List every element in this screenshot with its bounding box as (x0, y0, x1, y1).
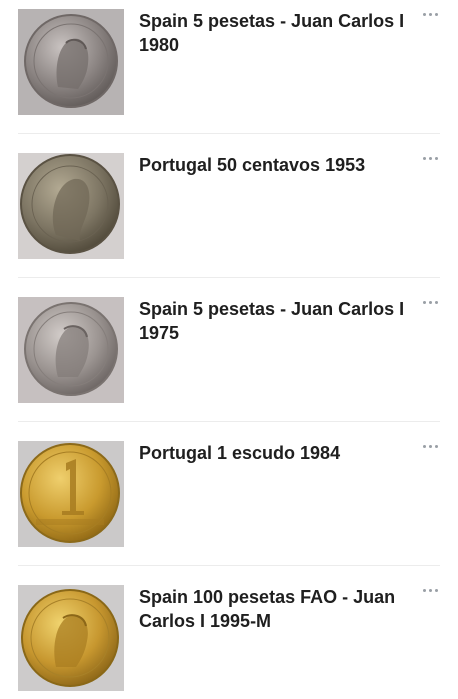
more-options-button[interactable] (420, 296, 440, 308)
divider (18, 133, 440, 134)
coin-thumbnail[interactable] (18, 585, 124, 691)
divider (18, 565, 440, 566)
dot-icon (434, 300, 438, 304)
more-options-button[interactable] (420, 8, 440, 20)
dot-icon (428, 444, 432, 448)
dot-icon (422, 156, 426, 160)
dot-icon (428, 588, 432, 592)
divider (18, 277, 440, 278)
more-options-button[interactable] (420, 440, 440, 452)
dot-icon (422, 444, 426, 448)
dot-icon (422, 12, 426, 16)
item-title[interactable]: Spain 5 pesetas - Juan Carlos I 1975 (139, 297, 417, 345)
item-title[interactable]: Portugal 50 centavos 1953 (139, 153, 417, 177)
dot-icon (428, 156, 432, 160)
dot-icon (434, 588, 438, 592)
dot-icon (422, 588, 426, 592)
dot-icon (434, 12, 438, 16)
more-options-button[interactable] (420, 152, 440, 164)
item-title[interactable]: Spain 100 pesetas FAO - Juan Carlos I 19… (139, 585, 417, 633)
list-item[interactable]: Portugal 50 centavos 1953 (0, 144, 458, 288)
coin-thumbnail[interactable] (18, 153, 124, 259)
divider (18, 421, 440, 422)
coin-image (18, 441, 124, 547)
list-item[interactable]: Spain 5 pesetas - Juan Carlos I 1980 (0, 0, 458, 144)
dot-icon (434, 156, 438, 160)
list-item[interactable]: Spain 100 pesetas FAO - Juan Carlos I 19… (0, 576, 458, 699)
item-title[interactable]: Spain 5 pesetas - Juan Carlos I 1980 (139, 9, 417, 57)
coin-thumbnail[interactable] (18, 441, 124, 547)
coin-thumbnail[interactable] (18, 9, 124, 115)
item-title[interactable]: Portugal 1 escudo 1984 (139, 441, 417, 465)
dot-icon (434, 444, 438, 448)
coin-image (18, 297, 124, 403)
dot-icon (422, 300, 426, 304)
coin-list: Spain 5 pesetas - Juan Carlos I 1980 Por… (0, 0, 458, 699)
list-item[interactable]: Portugal 1 escudo 1984 (0, 432, 458, 576)
coin-image (18, 585, 124, 691)
list-item[interactable]: Spain 5 pesetas - Juan Carlos I 1975 (0, 288, 458, 432)
dot-icon (428, 12, 432, 16)
dot-icon (428, 300, 432, 304)
coin-image (18, 9, 124, 115)
coin-thumbnail[interactable] (18, 297, 124, 403)
more-options-button[interactable] (420, 584, 440, 596)
coin-image (18, 153, 124, 259)
